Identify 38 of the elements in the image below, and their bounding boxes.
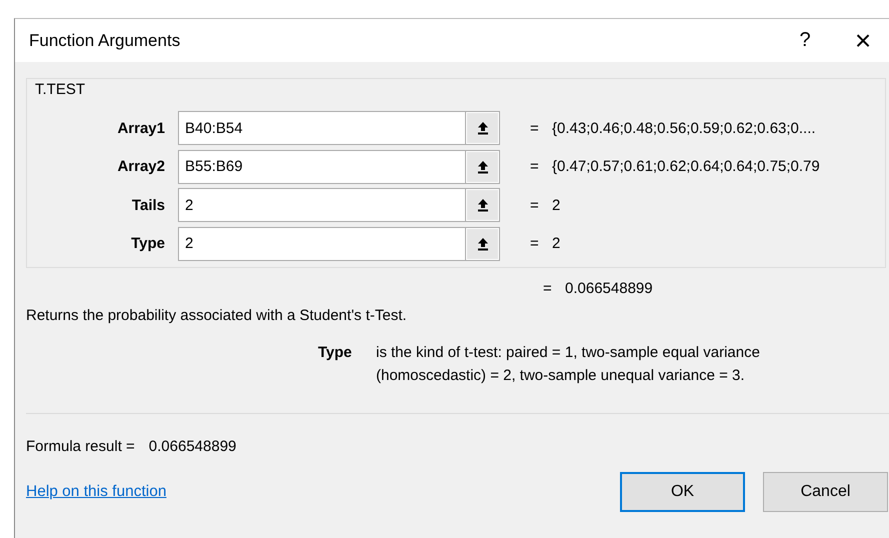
argument-label: Array1 [116, 120, 166, 137]
argument-value: {0.47;0.57;0.61;0.62;0.64;0.64;0.75;0.79 [552, 158, 820, 176]
input-field[interactable]: 2 [178, 226, 465, 261]
equals-sign: = [530, 196, 540, 214]
upload-arrow-icon [476, 160, 490, 174]
argument-label: Array2 [116, 158, 166, 176]
function-name: T.TEST [34, 81, 86, 100]
collapse-button[interactable] [465, 226, 500, 261]
help-button[interactable]: ? [781, 20, 829, 60]
upload-arrow-icon [476, 236, 490, 251]
dialog-button[interactable]: Cancel [763, 472, 888, 512]
help-link[interactable]: Help on this function [26, 483, 166, 501]
collapse-button[interactable] [465, 188, 500, 222]
collapse-button[interactable] [465, 111, 500, 146]
input-field[interactable]: B40:B54 [178, 111, 465, 146]
argument-description: is the kind of t-test: paired = 1, two-sample equal variance (homoscedastic) = 2, two-sample unequal variance = 3. [376, 343, 761, 386]
argument-label: Tails [130, 196, 166, 214]
collapse-button[interactable] [465, 150, 500, 184]
argument-value: 2 [552, 196, 560, 214]
equals-sign: = [543, 280, 553, 299]
function-description: Returns the probability associated with a Student's t-Test. [26, 307, 408, 326]
function-result: 0.066548899 [565, 280, 653, 299]
argument-value: 2 [552, 235, 560, 252]
close-button[interactable]: × [839, 20, 887, 60]
argument-label: Type [130, 235, 166, 252]
equals-sign: = [530, 158, 540, 176]
argument-name: Type [318, 343, 353, 363]
input-field[interactable]: 2 [178, 188, 465, 222]
equals-sign: = [530, 120, 540, 137]
formula-result-label: Formula result = [26, 438, 135, 455]
formula-result-value: 0.066548899 [148, 438, 236, 455]
argument-value: {0.43;0.46;0.48;0.56;0.59;0.62;0.63;0.... [552, 120, 816, 137]
equals-sign: = [530, 235, 540, 252]
window-title: Function Arguments [29, 30, 182, 50]
upload-arrow-icon [476, 198, 490, 212]
upload-arrow-icon [476, 121, 490, 136]
input-field[interactable]: B55:B69 [178, 150, 465, 184]
dialog-button[interactable]: OK [620, 472, 745, 512]
